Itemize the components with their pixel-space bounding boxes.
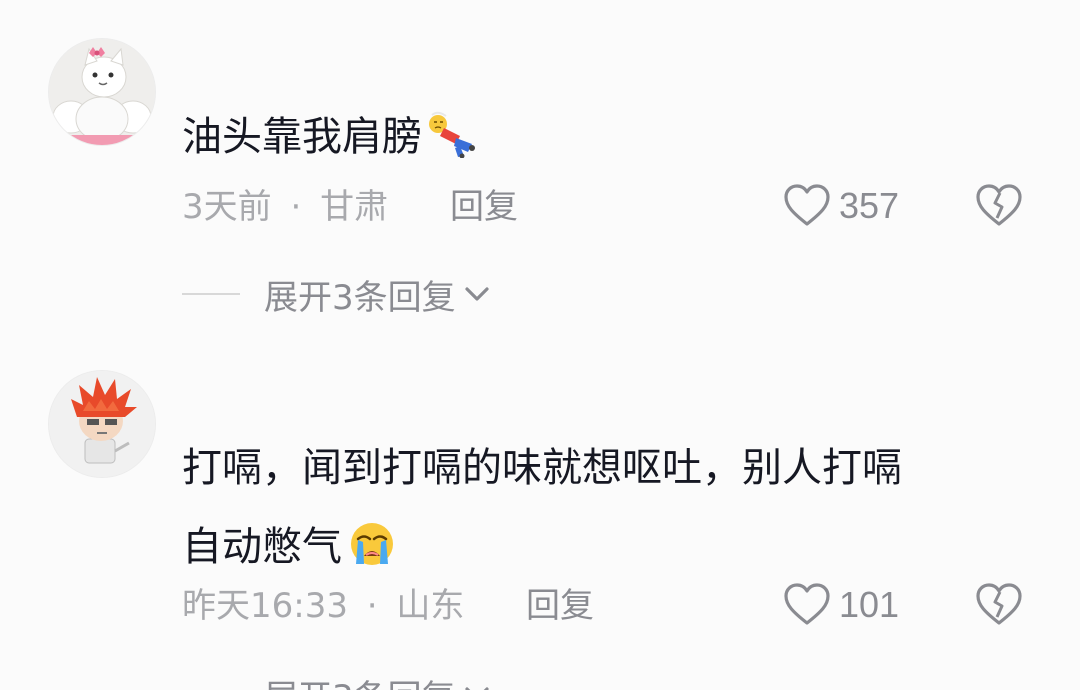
expand-replies-label: 展开3条回复 xyxy=(264,670,456,690)
comment-time: 昨天16:33 xyxy=(182,586,348,626)
crying-face-emoji-icon xyxy=(346,520,398,568)
like-button[interactable]: 101 xyxy=(783,582,899,628)
reply-button[interactable]: 回复 xyxy=(450,187,518,227)
like-count: 101 xyxy=(839,584,900,625)
avatar[interactable] xyxy=(48,38,156,146)
expand-replies-button[interactable]: 展开3条回复 xyxy=(182,274,492,318)
comment-text: 打嗝，闻到打嗝的味就想呕吐，别人打嗝 自动憋气 xyxy=(182,445,1022,569)
lying-person-emoji-icon xyxy=(426,110,478,159)
broken-heart-icon xyxy=(976,184,1022,226)
comment-time: 3天前 xyxy=(182,187,272,227)
comment-text-line: 油头靠我肩膀 xyxy=(182,110,1022,159)
comment-text: 油头靠我肩膀 xyxy=(182,110,1022,159)
red-hair-boy-avatar-icon xyxy=(49,371,155,477)
broken-heart-icon xyxy=(976,583,1022,625)
expand-replies-label: 展开3条回复 xyxy=(264,277,456,318)
comment-item: 打嗝，闻到打嗝的味就想呕吐，别人打嗝 自动憋气 昨天16:33 · 山东 回复 … xyxy=(0,340,1080,690)
reply-button[interactable]: 回复 xyxy=(526,586,594,626)
avatar[interactable] xyxy=(48,370,156,478)
comment-item: 油头靠我肩膀 3天前 · 甘肃 回复 357 展开3条回复 xyxy=(0,0,1080,340)
chevron-down-icon xyxy=(462,679,492,690)
heart-icon xyxy=(784,184,830,226)
dislike-button[interactable] xyxy=(974,582,1024,628)
white-cat-avatar-icon xyxy=(49,39,155,145)
heart-icon xyxy=(784,583,830,625)
like-button[interactable]: 357 xyxy=(783,183,899,229)
divider-line xyxy=(182,293,240,295)
comment-location: 甘肃 xyxy=(320,187,389,227)
comment-text-line: 打嗝，闻到打嗝的味就想呕吐，别人打嗝 xyxy=(182,445,902,491)
comment-text-line: 自动憋气 xyxy=(182,520,1022,569)
meta-separator: · xyxy=(366,586,378,626)
dislike-button[interactable] xyxy=(974,183,1024,229)
meta-separator: · xyxy=(290,187,302,227)
comment-meta: 昨天16:33 · 山东 xyxy=(182,586,464,626)
comment-meta: 3天前 · 甘肃 xyxy=(182,187,388,227)
chevron-down-icon xyxy=(462,279,492,309)
like-count: 357 xyxy=(839,185,900,226)
comment-location: 山东 xyxy=(396,586,465,626)
expand-replies-button[interactable]: 展开3条回复 xyxy=(182,674,492,690)
